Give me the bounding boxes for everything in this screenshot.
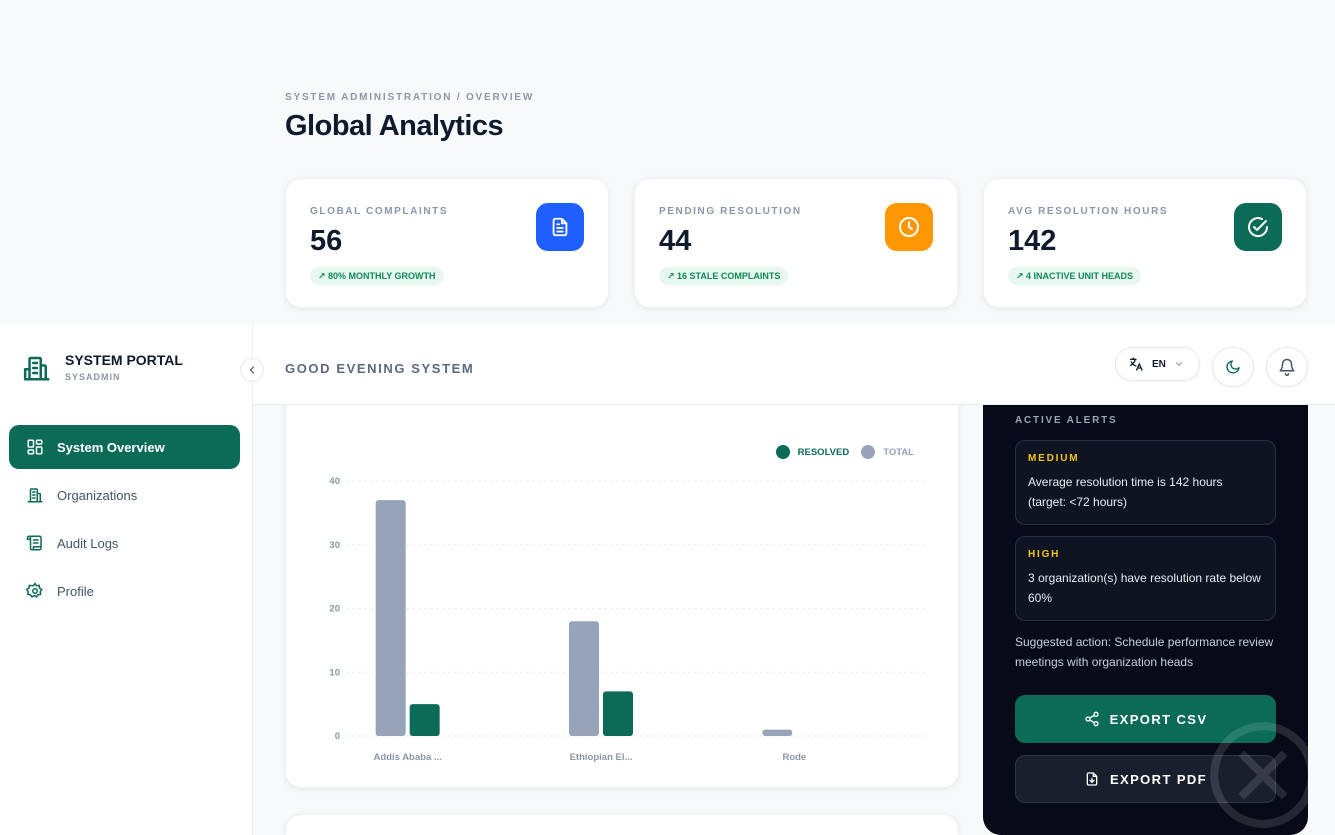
stat-label: GLOBAL COMPLAINTS (310, 206, 449, 217)
stat-card-pending-resolution: PENDING RESOLUTION 44 ↗ 16 STALE COMPLAI… (634, 178, 958, 308)
bar-total (762, 729, 793, 736)
sidebar-item-label: Profile (57, 583, 94, 599)
secondary-card (285, 814, 959, 835)
export-pdf-label: EXPORT PDF (1109, 771, 1208, 787)
alert-message: Average resolution time is 142 hours (ta… (1028, 475, 1223, 509)
sidebar-item-system-overview[interactable]: System Overview (9, 425, 240, 469)
share-icon (1084, 711, 1099, 727)
building-icon (25, 485, 45, 505)
sidebar-item-label: Organizations (57, 487, 138, 503)
bar-total (375, 500, 406, 736)
breadcrumb: SYSTEM ADMINISTRATION / OVERVIEW (285, 92, 535, 103)
alert-severity: HIGH (1028, 549, 1061, 560)
gear-icon (25, 581, 45, 601)
language-selector[interactable]: EN (1115, 347, 1200, 381)
scroll-icon (25, 533, 45, 553)
clock-icon (885, 203, 933, 251)
alert-severity: MEDIUM (1028, 453, 1080, 464)
stat-label: PENDING RESOLUTION (659, 206, 802, 217)
bar-chart: 0 10 20 30 40 Addis Ababa ... Ethiopian El... R… (329, 476, 926, 763)
sidebar-item-label: System Overview (57, 439, 165, 455)
translate-icon (1130, 357, 1143, 371)
stat-card-global-complaints: GLOBAL COMPLAINTS 56 ↗ 80% MONTHLY GROWT… (285, 178, 609, 308)
stat-value: 142 (1008, 225, 1057, 257)
alerts-panel: ACTIVE ALERTS MEDIUM Average resolution … (983, 380, 1308, 835)
bar-resolved (409, 704, 440, 736)
y-tick-label: 40 (329, 476, 340, 487)
x-tick-label: Addis Ababa ... (374, 752, 442, 763)
sidebar-item-organizations[interactable]: Organizations (9, 473, 240, 517)
chevron-left-icon (249, 366, 255, 374)
greeting: GOOD EVENING SYSTEM (285, 361, 475, 376)
stat-card-avg-resolution-hours: AVG RESOLUTION HOURS 142 ↗ 4 INACTIVE UN… (983, 178, 1307, 308)
x-tick-label: Ethiopian El... (570, 752, 633, 763)
y-tick-label: 10 (329, 667, 340, 678)
complaints-chart-card: RESOLVED TOTAL 0 10 20 30 40 Addis Ababa ... E… (285, 380, 959, 788)
stat-badge: ↗ 80% MONTHLY GROWTH (310, 267, 444, 285)
alert-message: 3 organization(s) have resolution rate b… (1028, 571, 1261, 605)
stat-badge: ↗ 16 STALE COMPLAINTS (659, 267, 789, 285)
y-tick-label: 30 (329, 540, 340, 551)
stat-badge: ↗ 4 INACTIVE UNIT HEADS (1008, 267, 1142, 285)
brand-title: SYSTEM PORTAL (65, 352, 183, 368)
y-tick-label: 20 (329, 604, 340, 615)
sidebar: SYSTEM PORTAL SYSADMIN System Overview O… (0, 325, 253, 835)
language-value: EN (1152, 358, 1166, 370)
file-download-icon (1086, 772, 1098, 786)
alert-item: MEDIUM Average resolution time is 142 ho… (1015, 440, 1276, 525)
building-icon (22, 353, 52, 388)
watermark-icon (1198, 710, 1308, 835)
bell-icon (1279, 358, 1295, 376)
grid-icon (25, 437, 45, 457)
stat-label: AVG RESOLUTION HOURS (1008, 206, 1169, 217)
sidebar-item-label: Audit Logs (57, 535, 119, 551)
suggested-action: Suggested action: Schedule performance r… (1015, 635, 1274, 669)
topbar: GOOD EVENING SYSTEM EN (253, 325, 1335, 405)
stat-value: 56 (310, 225, 343, 257)
stat-value: 44 (659, 225, 692, 257)
theme-toggle-button[interactable] (1212, 347, 1254, 387)
bar-resolved (603, 691, 633, 736)
alerts-title: ACTIVE ALERTS (1015, 415, 1118, 426)
sidebar-item-profile[interactable]: Profile (9, 569, 240, 613)
collapse-sidebar-button[interactable] (240, 358, 264, 382)
page-title: Global Analytics (285, 110, 504, 142)
brand-subtitle: SYSADMIN (65, 372, 121, 382)
check-circle-icon (1234, 203, 1282, 251)
y-tick-label: 0 (335, 731, 340, 742)
sidebar-item-audit-logs[interactable]: Audit Logs (9, 521, 240, 565)
export-csv-label: EXPORT CSV (1109, 711, 1208, 727)
moon-icon (1226, 360, 1240, 374)
x-tick-label: Rode (782, 752, 806, 763)
bar-total (569, 621, 599, 736)
chevron-down-icon (1175, 362, 1182, 366)
document-icon (536, 203, 584, 251)
alert-item: HIGH 3 organization(s) have resolution r… (1015, 536, 1276, 621)
notifications-button[interactable] (1266, 347, 1308, 387)
